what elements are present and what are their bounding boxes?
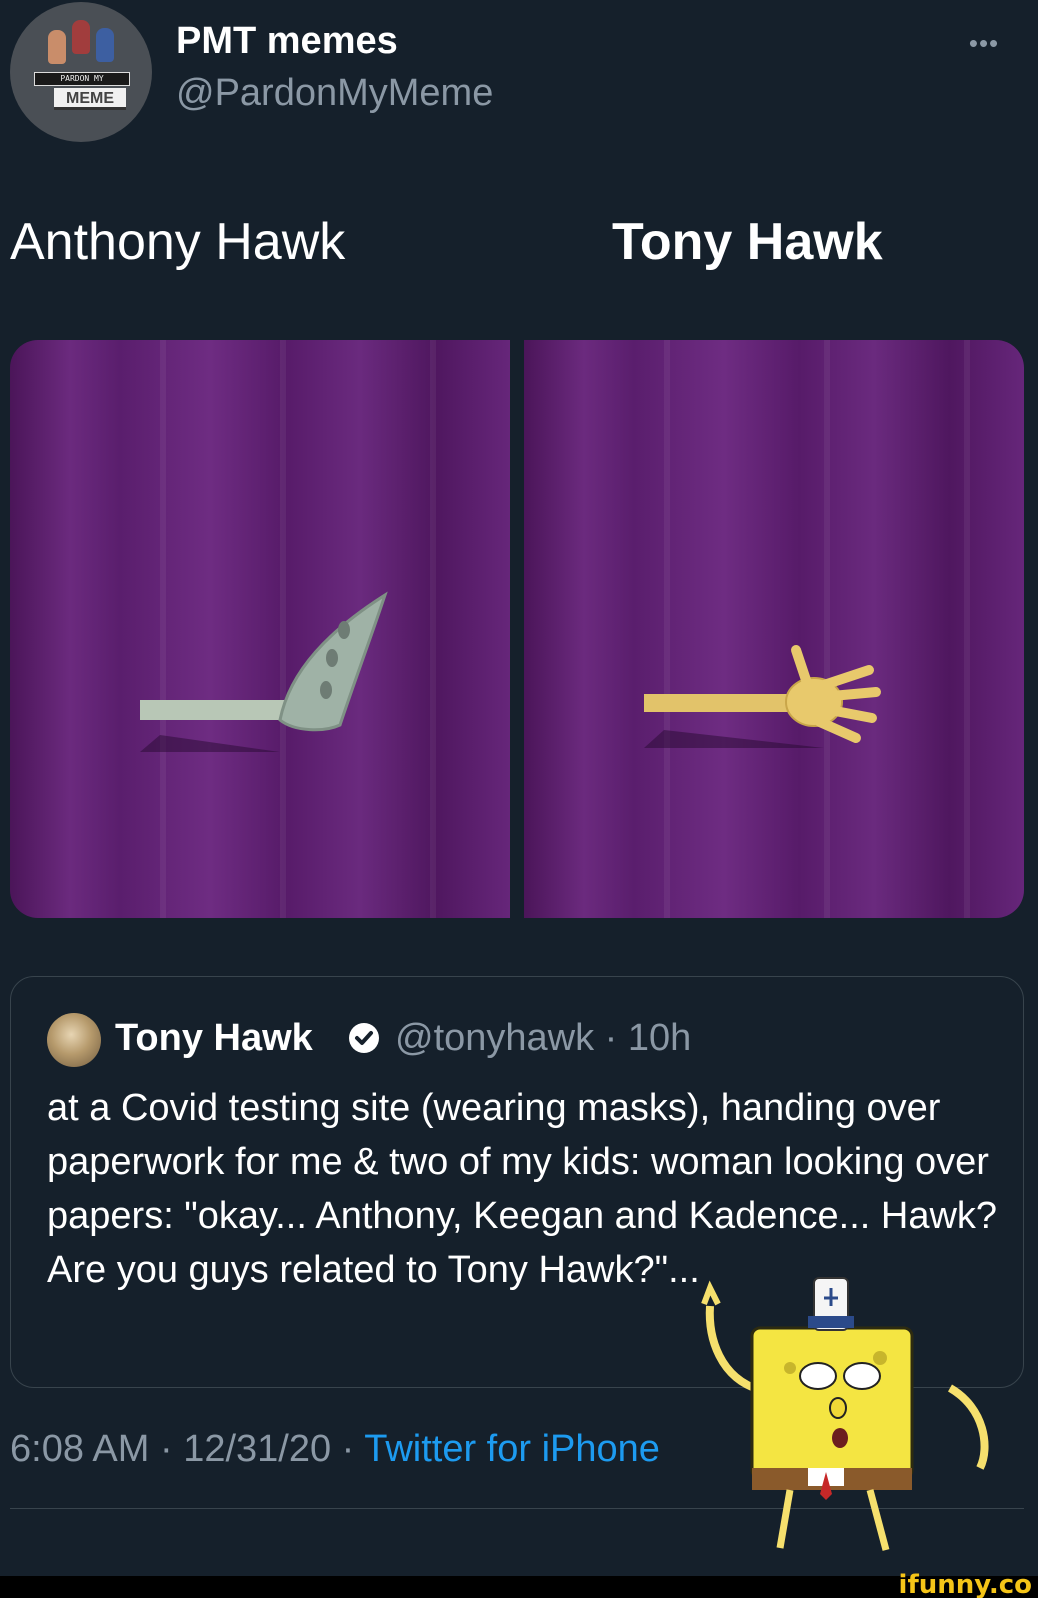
author-display-name[interactable]: PMT memes: [176, 20, 398, 63]
avatar-label: MEME: [54, 88, 126, 110]
verified-badge-icon: [349, 1023, 379, 1053]
tweet-timestamp[interactable]: 6:08 AM · 12/31/20 ·: [10, 1428, 364, 1470]
tentacle-arm-illustration: [140, 591, 388, 752]
caption-left: Anthony Hawk: [10, 213, 346, 271]
quoted-author-avatar[interactable]: [47, 1013, 101, 1067]
quoted-author-name[interactable]: Tony Hawk: [115, 1017, 313, 1060]
author-avatar[interactable]: PARDON MY MEME: [10, 2, 152, 142]
avatar-figure: [48, 30, 66, 64]
avatar-figure: [72, 20, 90, 54]
tweet-source-link[interactable]: Twitter for iPhone: [364, 1428, 660, 1470]
avatar-figure: [96, 28, 114, 62]
author-handle[interactable]: @PardonMyMeme: [176, 72, 493, 115]
watermark: ifunny.co: [898, 1570, 1032, 1598]
avatar-banner: PARDON MY: [34, 72, 130, 86]
tweet-header: PARDON MY MEME PMT memes @PardonMyMeme •…: [0, 0, 1038, 160]
hand-arm-illustration: [644, 645, 881, 748]
more-horizontal-icon[interactable]: •••: [962, 28, 1006, 58]
bottom-bar: [0, 1576, 1038, 1598]
spongebob-sticker: [701, 1277, 989, 1551]
caption-right: Tony Hawk: [612, 213, 883, 271]
media-panel-left: [10, 340, 510, 918]
tweet-footer-meta: 6:08 AM · 12/31/20 · Twitter for iPhone: [10, 1428, 660, 1471]
media-panel-right: [524, 340, 1024, 918]
tweet-media[interactable]: [10, 340, 1024, 918]
quoted-author-meta: @tonyhawk · 10h: [395, 1017, 692, 1059]
